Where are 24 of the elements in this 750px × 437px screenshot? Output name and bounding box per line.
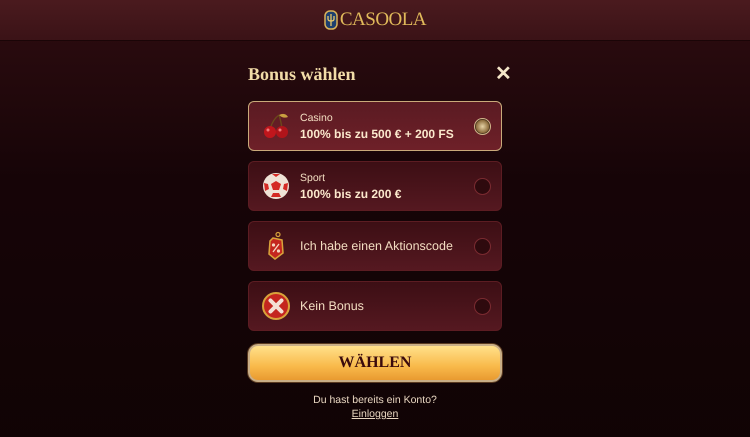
option-label: Ich habe einen Aktionscode — [300, 239, 454, 253]
close-button[interactable]: ✕ — [495, 64, 512, 84]
trident-icon — [324, 10, 338, 30]
radio-button[interactable] — [474, 298, 491, 314]
option-value: 100% bis zu 200 € — [300, 186, 402, 200]
cross-circle-icon — [261, 291, 291, 321]
logo-text: CASOOLA — [340, 9, 426, 31]
bonus-option[interactable]: Casino 100% bis zu 500 € + 200 FS — [248, 101, 502, 151]
account-prompt: Du hast bereits ein Konto? — [313, 394, 437, 406]
login-link[interactable]: Einloggen — [352, 408, 398, 420]
dialog-title: Bonus wählen — [248, 64, 356, 84]
option-label: Kein Bonus — [300, 299, 365, 313]
radio-button[interactable] — [474, 118, 491, 134]
bonus-option[interactable]: Ich habe einen Aktionscode — [248, 221, 502, 271]
option-value: 100% bis zu 500 € + 200 FS — [300, 126, 455, 140]
radio-button[interactable] — [474, 178, 491, 194]
cherry-icon — [261, 111, 291, 141]
radio-button[interactable] — [474, 238, 491, 254]
bonus-option[interactable]: Kein Bonus — [248, 281, 502, 331]
submit-button[interactable]: WÄHLEN — [248, 344, 502, 382]
bonus-option[interactable]: Sport 100% bis zu 200 € — [248, 161, 502, 211]
option-label: Sport — [300, 172, 326, 184]
soccer-ball-icon — [261, 171, 291, 201]
option-label: Casino — [300, 112, 334, 124]
